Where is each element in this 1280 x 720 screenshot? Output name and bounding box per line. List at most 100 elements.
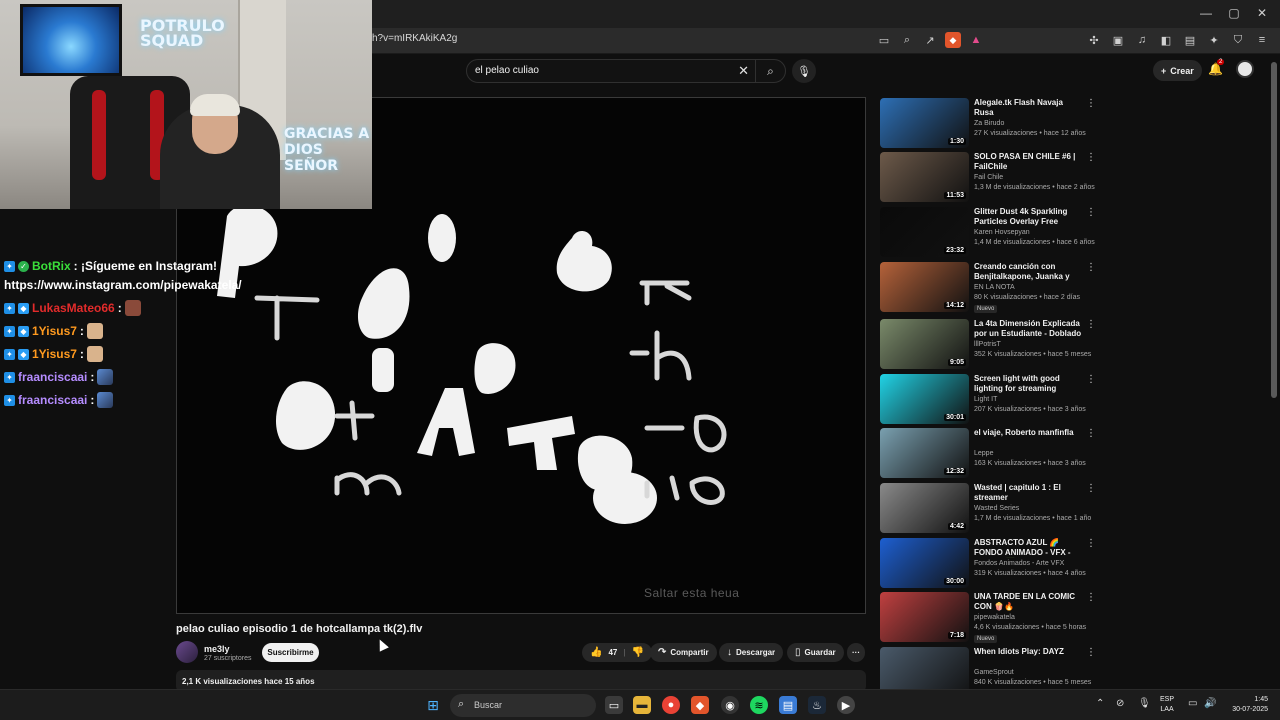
recommendation-channel[interactable]: Leppe xyxy=(974,450,993,457)
recommendation-item[interactable]: 1:30 Alegale.tk Flash Navaja Rusa Za Birud… xyxy=(880,98,1096,148)
more-vert-icon[interactable]: ⋮ xyxy=(1086,592,1096,603)
more-vert-icon[interactable]: ⋮ xyxy=(1086,262,1096,273)
minimize-button[interactable]: — xyxy=(1198,6,1214,20)
video-thumbnail[interactable]: 4:42 xyxy=(880,483,969,533)
vpn-icon[interactable]: ⛉ xyxy=(1230,32,1246,48)
recommendation-channel[interactable]: Light IT xyxy=(974,396,997,403)
save-button[interactable]: ▯ Guardar xyxy=(787,643,844,662)
network-icon[interactable]: ▭ xyxy=(1188,698,1197,709)
thumbs-down-icon[interactable]: 👎 xyxy=(632,647,644,658)
brave-icon[interactable]: ◆ xyxy=(691,696,709,714)
media-player-icon[interactable]: ▶ xyxy=(837,696,855,714)
more-vert-icon[interactable]: ⋮ xyxy=(1086,207,1096,218)
video-thumbnail[interactable]: 9:05 xyxy=(880,319,969,369)
channel-avatar[interactable] xyxy=(176,641,198,663)
zoom-icon[interactable]: ⌕ xyxy=(899,32,915,48)
extensions-icon[interactable]: ✣ xyxy=(1086,32,1102,48)
wallet-icon[interactable]: ▣ xyxy=(1110,32,1126,48)
download-button[interactable]: ↓ Descargar xyxy=(719,643,784,662)
subscribe-button[interactable]: Suscribirme xyxy=(262,643,319,662)
tray-app-icon[interactable]: ⊘ xyxy=(1116,698,1124,709)
recommendation-item[interactable]: 30:00 ABSTRACTO AZUL 🌈 FONDO ANIMADO - VF… xyxy=(880,538,1096,588)
thumbs-up-icon[interactable]: 👍 xyxy=(590,647,602,658)
recommendation-channel[interactable]: EN LA NOTA xyxy=(974,284,1015,291)
more-vert-icon[interactable]: ⋮ xyxy=(1086,319,1096,330)
more-vert-icon[interactable]: ⋮ xyxy=(1086,647,1096,658)
more-vert-icon[interactable]: ⋮ xyxy=(1086,538,1096,549)
volume-icon[interactable]: 🔊 xyxy=(1204,698,1216,709)
recommendation-title[interactable]: Glitter Dust 4k Sparkling Particles Over… xyxy=(974,207,1084,227)
recommendation-channel[interactable]: Fondos Animados - Arte VFX xyxy=(974,560,1064,567)
recommendation-item[interactable]: 9:05 La 4ta Dimensión Explicada por un Es… xyxy=(880,319,1096,369)
url-text[interactable]: h?v=mIRKAkiKA2g xyxy=(372,33,457,44)
recommendation-item[interactable]: 23:32 Glitter Dust 4k Sparkling Particles… xyxy=(880,207,1096,257)
recommendation-title[interactable]: SOLO PASA EN CHILE #6 | FailChile xyxy=(974,152,1084,172)
share-icon[interactable]: ↗ xyxy=(922,32,938,48)
search-icon[interactable]: ⌕ xyxy=(755,60,785,82)
menu-icon[interactable]: ≡ xyxy=(1254,32,1270,48)
video-thumbnail[interactable]: 11:53 xyxy=(880,152,969,202)
recommendation-title[interactable]: Alegale.tk Flash Navaja Rusa xyxy=(974,98,1084,118)
create-button[interactable]: + Crear xyxy=(1153,60,1202,81)
system-clock[interactable]: 1:45 30-07-2025 xyxy=(1226,695,1268,715)
video-thumbnail[interactable]: 30:00 xyxy=(880,538,969,588)
chrome-icon[interactable]: ● xyxy=(662,696,680,714)
language-indicator[interactable]: ESP LAA xyxy=(1160,695,1174,715)
microphone-tray-icon[interactable]: 🎙 xyxy=(1138,698,1151,709)
video-thumbnail[interactable]: 12:32 xyxy=(880,428,969,478)
notepad-icon[interactable]: ▤ xyxy=(779,696,797,714)
ai-icon[interactable]: ✦ xyxy=(1206,32,1222,48)
wallet2-icon[interactable]: ▤ xyxy=(1182,32,1198,48)
more-vert-icon[interactable]: ⋮ xyxy=(1086,98,1096,109)
search-input[interactable]: el pelao culiao xyxy=(475,65,539,76)
recommendation-channel[interactable]: Za Birudo xyxy=(974,120,1004,127)
video-thumbnail[interactable]: 14:12 xyxy=(880,262,969,312)
recommendation-title[interactable]: el viaje, Roberto manfinfla xyxy=(974,428,1084,438)
recommendation-title[interactable]: Creando canción con Benjitalkapone, Juan… xyxy=(974,262,1084,282)
video-thumbnail[interactable]: 23:32 xyxy=(880,207,969,257)
recommendation-item[interactable]: 11:53 SOLO PASA EN CHILE #6 | FailChile Fa… xyxy=(880,152,1096,202)
more-vert-icon[interactable]: ⋮ xyxy=(1086,374,1096,385)
spotify-icon[interactable]: ≋ xyxy=(750,696,768,714)
search-box[interactable]: el pelao culiao ✕ ⌕ xyxy=(466,59,786,83)
like-count[interactable]: 47 xyxy=(608,648,617,657)
share-button[interactable]: ↷ Compartir xyxy=(650,643,717,662)
recommendation-channel[interactable]: Fail Chile xyxy=(974,174,1003,181)
obs-icon[interactable]: ◉ xyxy=(721,696,739,714)
task-view-icon[interactable]: ▭ xyxy=(605,696,623,714)
recommendation-channel[interactable]: Wasted Series xyxy=(974,505,1019,512)
recommendation-title[interactable]: La 4ta Dimensión Explicada por un Estudi… xyxy=(974,319,1084,339)
video-thumbnail[interactable]: 7:18 xyxy=(880,592,969,642)
more-vert-icon[interactable]: ⋮ xyxy=(1086,483,1096,494)
steam-icon[interactable]: ♨ xyxy=(808,696,826,714)
more-actions-button[interactable]: ··· xyxy=(847,643,865,662)
sidebar-icon[interactable]: ◧ xyxy=(1158,32,1174,48)
chat-link[interactable]: https://www.instagram.com/pipewakatela/ xyxy=(4,278,242,292)
scrollbar[interactable] xyxy=(1271,62,1277,398)
recommendation-item[interactable]: 12:32 el viaje, Roberto manfinfla Leppe 163… xyxy=(880,428,1096,478)
recommendation-title[interactable]: ABSTRACTO AZUL 🌈 FONDO ANIMADO - VFX - G… xyxy=(974,538,1084,558)
taskbar-search[interactable]: ⌕ Buscar xyxy=(450,694,596,717)
recommendation-title[interactable]: When Idiots Play: DAYZ xyxy=(974,647,1084,657)
channel-name[interactable]: me3ly xyxy=(204,644,230,654)
media-icon[interactable]: ♫ xyxy=(1134,32,1150,48)
clear-search-icon[interactable]: ✕ xyxy=(738,63,749,79)
more-vert-icon[interactable]: ⋮ xyxy=(1086,152,1096,163)
windows-start-icon[interactable]: ⊞ xyxy=(424,696,442,714)
close-window-button[interactable]: ✕ xyxy=(1254,6,1270,20)
tray-overflow-icon[interactable]: ⌃ xyxy=(1096,698,1104,709)
video-thumbnail[interactable]: 30:01 xyxy=(880,374,969,424)
taskbar-search-input[interactable]: Buscar xyxy=(474,700,502,710)
account-avatar[interactable] xyxy=(1236,60,1254,78)
cast-icon[interactable]: ▭ xyxy=(876,32,892,48)
file-explorer-icon[interactable]: ▬ xyxy=(633,696,651,714)
microphone-icon[interactable]: 🎙 xyxy=(792,59,816,83)
recommendation-title[interactable]: Wasted | capitulo 1 : El streamer xyxy=(974,483,1084,503)
recommendation-channel[interactable]: lllPotrisT xyxy=(974,341,1001,348)
recommendation-channel[interactable]: Karen Hovsepyan xyxy=(974,229,1030,236)
recommendation-item[interactable]: 30:01 Screen light with good lighting for… xyxy=(880,374,1096,424)
recommendation-title[interactable]: Screen light with good lighting for stre… xyxy=(974,374,1084,394)
recommendation-item[interactable]: 14:12 Creando canción con Benjitalkapone,… xyxy=(880,262,1096,313)
brave-shield-icon[interactable]: ◆ xyxy=(945,32,961,48)
recommendation-item[interactable]: 7:18 UNA TARDE EN LA COMIC CON 🍿🔥 pipewaka… xyxy=(880,592,1096,643)
